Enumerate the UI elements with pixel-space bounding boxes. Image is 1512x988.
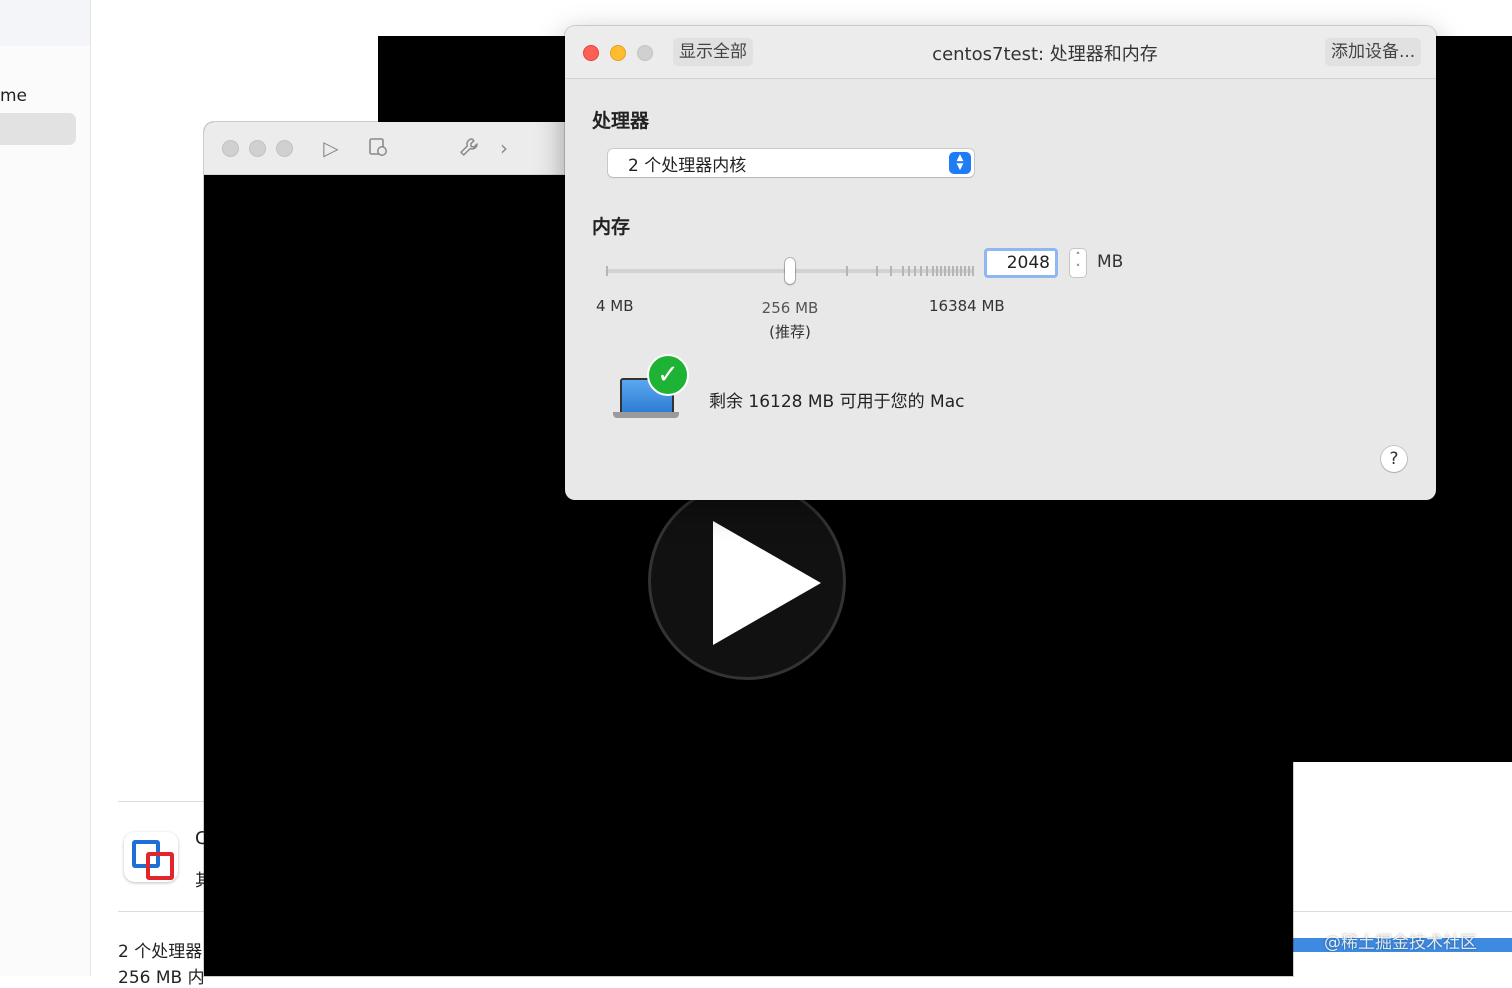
slider-tick xyxy=(956,266,958,276)
stepper-down-icon[interactable]: ˅ xyxy=(1070,265,1086,274)
close-button[interactable] xyxy=(583,45,599,61)
wrench-icon[interactable] xyxy=(457,136,481,160)
sidebar-selected-item[interactable] xyxy=(0,113,76,145)
detail-processor-text: 2 个处理器 xyxy=(118,942,203,962)
slider-tick xyxy=(932,266,934,276)
memory-unit-label: MB xyxy=(1097,252,1124,272)
icon-square-red xyxy=(146,852,174,880)
slider-tick xyxy=(908,266,910,276)
vmware-fusion-icon xyxy=(124,832,178,882)
slider-tick xyxy=(960,266,962,276)
slider-tick xyxy=(846,266,848,276)
processor-cores-select[interactable]: 2 个处理器内核 ▲ ▼ xyxy=(608,149,974,177)
slider-tick xyxy=(972,266,974,276)
slider-tick xyxy=(964,266,966,276)
slider-tick xyxy=(920,266,922,276)
memory-slider[interactable] xyxy=(606,258,974,284)
processor-memory-dialog: 显示全部 centos7test: 处理器和内存 添加设备... 处理器 2 个… xyxy=(565,26,1436,500)
processor-section-title: 处理器 xyxy=(592,110,650,132)
slider-recommended-sub: (推荐) xyxy=(769,323,811,341)
macbook-icon: ✓ xyxy=(613,354,689,420)
slider-tick xyxy=(936,266,938,276)
slider-tick xyxy=(902,266,904,276)
slider-max-label: 16384 MB xyxy=(929,297,1005,315)
chevron-right-icon[interactable]: › xyxy=(492,136,516,160)
checkmark-icon: ✓ xyxy=(647,354,689,396)
slider-tick xyxy=(944,266,946,276)
background-window-gap xyxy=(1293,762,1512,802)
memory-size-input[interactable] xyxy=(984,248,1058,278)
show-all-button[interactable]: 显示全部 xyxy=(673,38,753,66)
minimize-button[interactable] xyxy=(610,45,626,61)
add-device-button[interactable]: 添加设备... xyxy=(1325,38,1422,66)
play-triangle-icon xyxy=(713,521,821,645)
slider-tick xyxy=(940,266,942,276)
slider-tick xyxy=(968,266,970,276)
vm-close-button[interactable] xyxy=(222,140,239,157)
sidebar-top-strip xyxy=(0,0,90,46)
stepper-up-icon[interactable]: ˄ xyxy=(1070,253,1086,262)
vm-play-button[interactable] xyxy=(648,482,846,680)
sidebar-item-label[interactable]: me xyxy=(0,86,27,106)
zoom-button[interactable] xyxy=(637,45,653,61)
watermark: @稀土掘金技术社区 xyxy=(1324,933,1477,953)
slider-recommended-label: 256 MB xyxy=(761,299,819,317)
snapshot-icon[interactable] xyxy=(366,136,390,160)
dialog-titlebar: 显示全部 centos7test: 处理器和内存 添加设备... xyxy=(565,26,1436,79)
select-arrows-icon: ▲ ▼ xyxy=(949,152,971,174)
dialog-title: centos7test: 处理器和内存 xyxy=(932,44,1158,65)
help-button[interactable]: ? xyxy=(1381,446,1407,472)
memory-stepper[interactable]: ˄ ˅ xyxy=(1070,249,1086,277)
slider-tick xyxy=(606,266,608,276)
slider-min-label: 4 MB xyxy=(596,297,634,315)
memory-section-title: 内存 xyxy=(592,216,631,238)
vm-zoom-button[interactable] xyxy=(276,140,293,157)
background-sidebar: me xyxy=(0,0,91,976)
processor-cores-value: 2 个处理器内核 xyxy=(628,156,747,176)
vm-minimize-button[interactable] xyxy=(249,140,266,157)
play-icon[interactable]: ▷ xyxy=(319,136,343,160)
slider-tick xyxy=(890,266,892,276)
slider-thumb[interactable] xyxy=(785,258,795,284)
slider-tick xyxy=(948,266,950,276)
slider-tick xyxy=(876,266,878,276)
slider-tick xyxy=(952,266,954,276)
available-memory-text: 剩余 16128 MB 可用于您的 Mac xyxy=(709,392,965,412)
slider-tick xyxy=(914,266,916,276)
laptop-base xyxy=(613,412,679,418)
slider-tick xyxy=(926,266,928,276)
